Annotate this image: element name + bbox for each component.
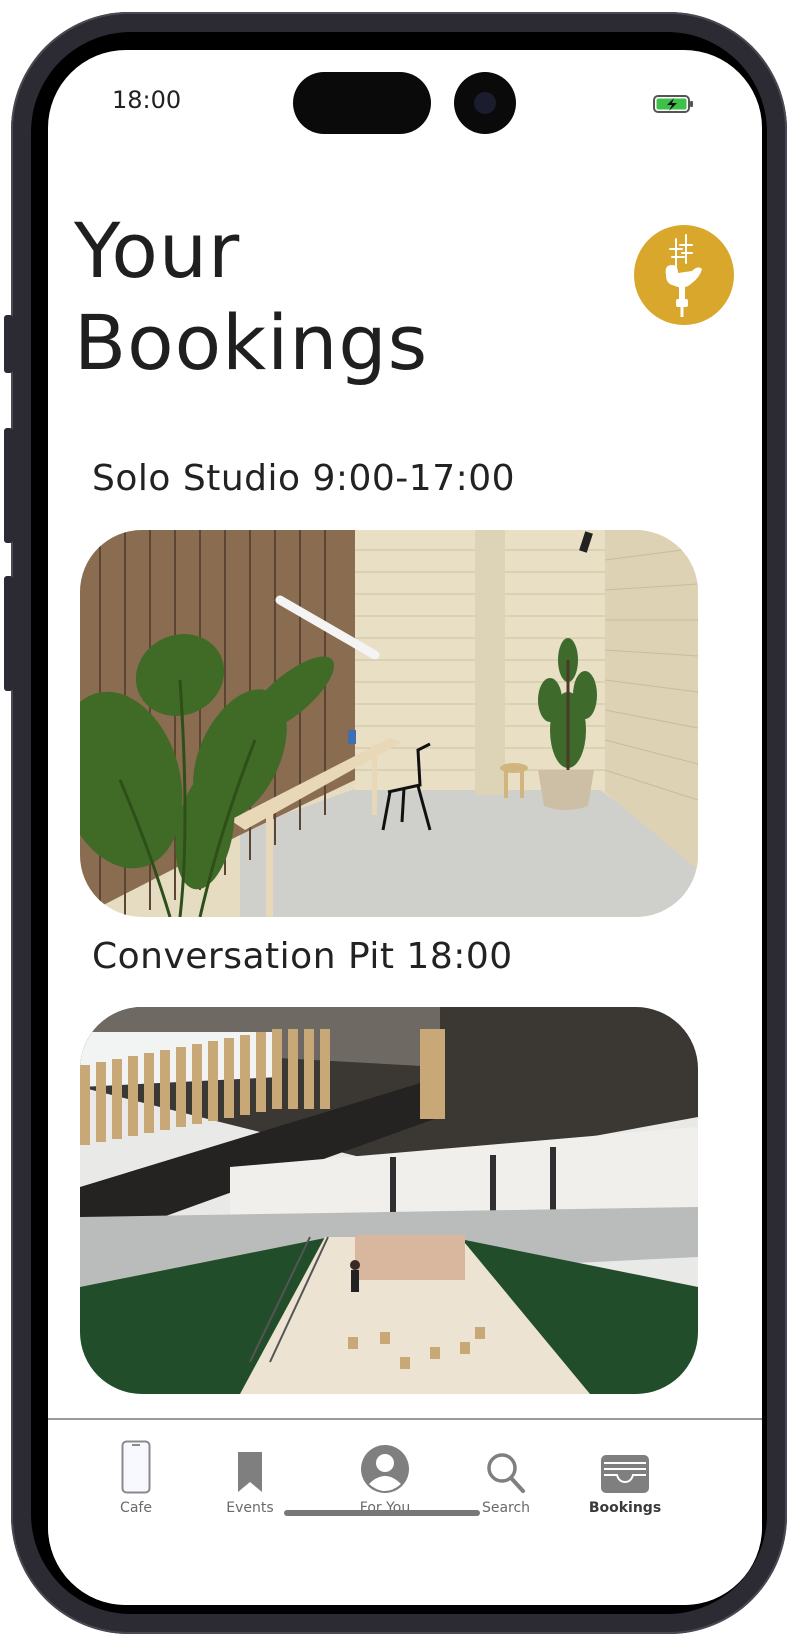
tab-for-you[interactable]: For You (330, 1434, 440, 1516)
conversation-pit-photo (80, 1007, 698, 1394)
front-camera (454, 72, 516, 134)
booking-card-solo-studio[interactable] (80, 530, 698, 917)
tab-cafe-label: Cafe (120, 1500, 152, 1516)
volume-up-button (4, 428, 13, 543)
action-button (4, 315, 13, 373)
dynamic-island (293, 72, 431, 134)
home-indicator[interactable] (284, 1510, 480, 1516)
booking-label-solo-studio: Solo Studio 9:00-17:00 (92, 458, 516, 499)
booking-card-conversation-pit[interactable] (80, 1007, 698, 1394)
booking-label-conversation-pit: Conversation Pit 18:00 (92, 936, 513, 977)
app-screen: 18:00 Your Bookings Solo Studio 9:00-17:… (48, 50, 762, 1605)
tab-bookings[interactable]: Bookings (570, 1434, 680, 1516)
page-title: Your Bookings (74, 205, 428, 389)
tab-events[interactable]: Events (195, 1434, 305, 1516)
solo-studio-photo (80, 530, 698, 917)
tab-cafe[interactable]: Cafe (81, 1434, 191, 1516)
bookmark-icon (238, 1452, 262, 1492)
page-title-line1: Your (74, 206, 241, 295)
status-time: 18:00 (112, 86, 182, 114)
phone-icon (121, 1440, 151, 1494)
search-icon (487, 1453, 525, 1493)
volume-down-button (4, 576, 13, 691)
wallet-icon (601, 1455, 649, 1493)
profile-avatar[interactable] (634, 225, 734, 325)
tab-bookings-label: Bookings (588, 1500, 662, 1516)
person-icon (361, 1445, 409, 1493)
bird-logo-icon (665, 234, 702, 317)
page-title-line2: Bookings (74, 298, 429, 387)
tab-search[interactable]: Search (451, 1434, 561, 1516)
battery-icon (653, 94, 695, 118)
